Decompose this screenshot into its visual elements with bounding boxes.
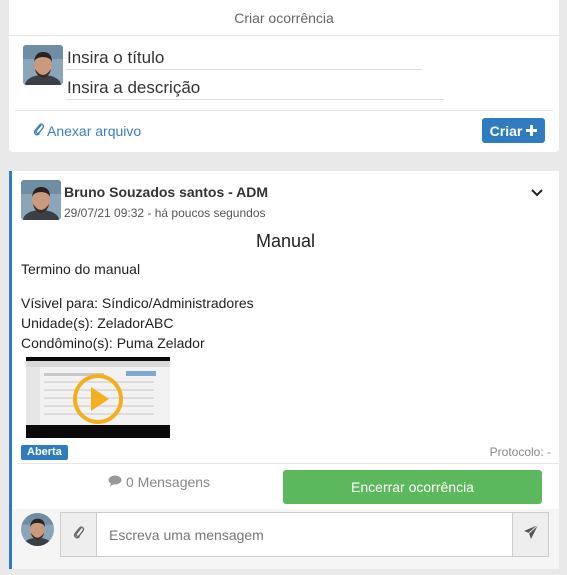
message-composer <box>60 512 549 557</box>
avatar <box>21 513 54 546</box>
paperclip-icon <box>33 122 45 139</box>
messages-count-label: 0 Mensagens <box>126 474 211 490</box>
title-input[interactable] <box>66 46 422 70</box>
post-timestamp: 29/07/21 09:32 - há poucos segundos <box>64 206 266 220</box>
chevron-down-icon[interactable] <box>529 185 545 201</box>
post-title: Manual <box>255 231 316 251</box>
create-occurrence-header: Criar ocorrência <box>9 0 559 36</box>
post-author: Bruno Souzados santos - ADM <box>64 184 269 200</box>
create-button-label: Criar <box>489 122 523 139</box>
create-button[interactable]: Criar <box>482 118 545 143</box>
post-visibility: Vísivel para: Síndico/Administradores <box>21 295 254 311</box>
attach-message-button[interactable] <box>61 513 97 556</box>
avatar <box>23 45 63 85</box>
attach-file-label: Anexar arquivo <box>47 122 142 139</box>
send-message-button[interactable] <box>512 513 548 556</box>
post-body: Termino do manual <box>21 261 141 277</box>
create-occurrence-card: Criar ocorrência Anexar arquivo Criar <box>9 0 559 152</box>
comment-icon <box>108 474 122 490</box>
avatar <box>21 180 61 220</box>
occurrence-post-card: Bruno Souzados santos - ADM 29/07/21 09:… <box>9 171 559 569</box>
video-thumbnail[interactable] <box>26 357 170 438</box>
post-units: Unidade(s): ZeladorABC <box>21 315 174 331</box>
close-occurrence-button[interactable]: Encerrar ocorrência <box>283 470 542 504</box>
protocol-text: Protocolo: - <box>489 445 551 459</box>
message-input[interactable] <box>97 513 512 556</box>
create-occurrence-footer: Anexar arquivo Criar <box>15 110 553 150</box>
reply-area <box>12 509 559 569</box>
paperclip-icon <box>73 525 85 544</box>
status-badge: Aberta <box>21 445 68 460</box>
post-residents: Condômino(s): Puma Zelador <box>21 335 205 351</box>
plus-icon <box>526 123 538 139</box>
send-icon <box>523 524 539 545</box>
messages-count[interactable]: 0 Mensagens <box>108 474 210 490</box>
attach-file-link[interactable]: Anexar arquivo <box>33 122 141 139</box>
description-input[interactable] <box>66 76 444 100</box>
post-actions: 0 Mensagens Encerrar ocorrência <box>18 463 559 509</box>
